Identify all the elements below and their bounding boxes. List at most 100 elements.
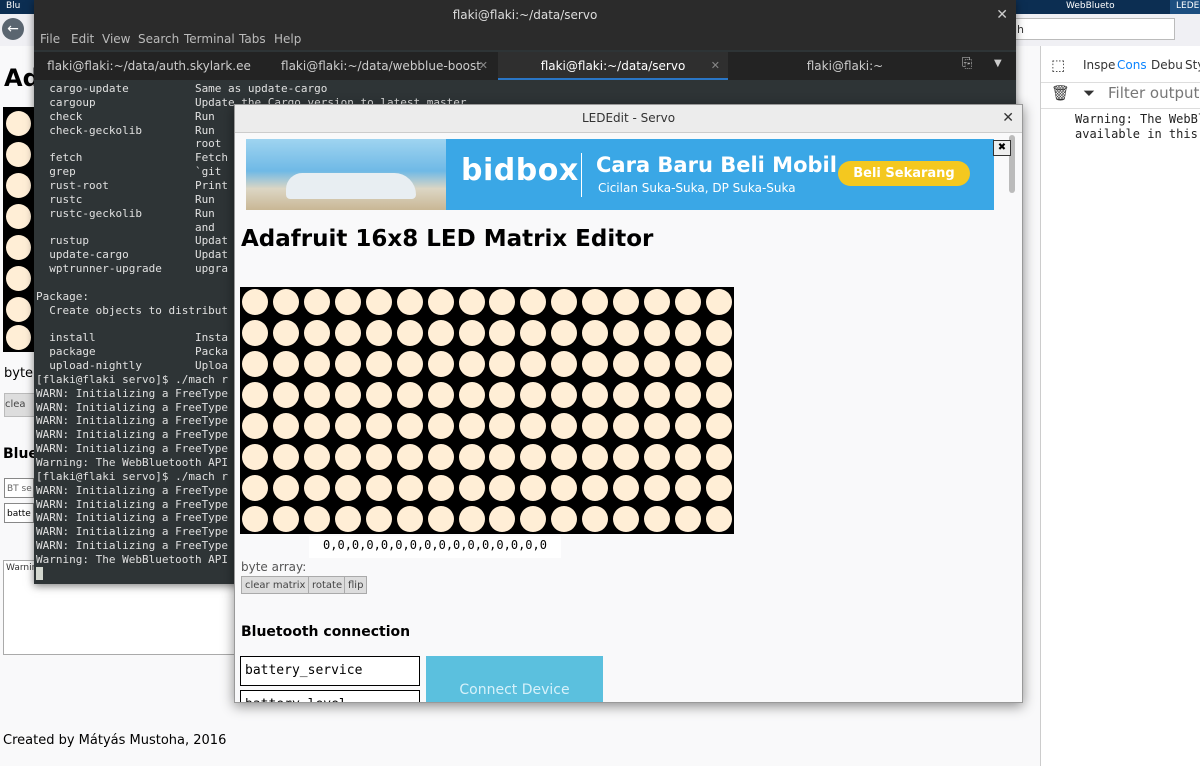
led-dot[interactable] — [458, 474, 485, 501]
close-icon[interactable]: ✕ — [479, 52, 488, 80]
led-dot[interactable] — [304, 320, 331, 347]
led-dot[interactable] — [674, 443, 701, 470]
led-dot[interactable] — [6, 173, 31, 198]
led-dot[interactable] — [551, 351, 578, 378]
led-dot[interactable] — [489, 289, 516, 316]
led-dot[interactable] — [582, 412, 609, 439]
led-dot[interactable] — [489, 443, 516, 470]
menu-terminal[interactable]: Terminal — [184, 32, 235, 46]
background-characteristic-input[interactable]: batte — [4, 503, 34, 523]
led-dot[interactable] — [674, 351, 701, 378]
chevron-down-icon[interactable]: ▼ — [994, 58, 1002, 69]
led-dot[interactable] — [612, 443, 639, 470]
led-dot[interactable] — [6, 235, 31, 260]
background-clear-button[interactable]: clea — [4, 393, 36, 417]
led-dot[interactable] — [242, 505, 269, 532]
led-dot[interactable] — [6, 111, 31, 136]
led-dot[interactable] — [304, 412, 331, 439]
led-dot[interactable] — [582, 351, 609, 378]
browser-tab[interactable]: WebBlueto — [1060, 0, 1150, 14]
led-dot[interactable] — [582, 474, 609, 501]
led-dot[interactable] — [612, 412, 639, 439]
led-dot[interactable] — [643, 474, 670, 501]
led-dot[interactable] — [335, 382, 362, 409]
led-dot[interactable] — [427, 443, 454, 470]
led-dot[interactable] — [551, 289, 578, 316]
led-dot[interactable] — [643, 412, 670, 439]
led-dot[interactable] — [705, 474, 732, 501]
led-dot[interactable] — [612, 382, 639, 409]
led-dot[interactable] — [365, 443, 392, 470]
led-dot[interactable] — [520, 289, 547, 316]
led-dot[interactable] — [520, 320, 547, 347]
led-dot[interactable] — [396, 412, 423, 439]
led-dot[interactable] — [273, 505, 300, 532]
led-dot[interactable] — [427, 320, 454, 347]
led-dot[interactable] — [335, 474, 362, 501]
led-dot[interactable] — [520, 474, 547, 501]
tab-debugger[interactable]: Debu — [1151, 58, 1183, 72]
led-dot[interactable] — [612, 351, 639, 378]
led-dot[interactable] — [427, 412, 454, 439]
led-dot[interactable] — [551, 505, 578, 532]
tab-console[interactable]: Cons — [1117, 58, 1147, 72]
led-dot[interactable] — [427, 289, 454, 316]
led-dot[interactable] — [520, 443, 547, 470]
led-dot[interactable] — [304, 382, 331, 409]
menu-help[interactable]: Help — [274, 32, 301, 46]
led-dot[interactable] — [489, 382, 516, 409]
led-dot[interactable] — [304, 351, 331, 378]
led-dot[interactable] — [551, 474, 578, 501]
led-dot[interactable] — [273, 289, 300, 316]
led-dot[interactable] — [273, 443, 300, 470]
led-dot[interactable] — [6, 142, 31, 167]
led-dot[interactable] — [643, 382, 670, 409]
led-dot[interactable] — [489, 474, 516, 501]
led-dot[interactable] — [365, 351, 392, 378]
led-dot[interactable] — [582, 289, 609, 316]
led-dot[interactable] — [582, 443, 609, 470]
clear-matrix-button[interactable]: clear matrix — [241, 576, 310, 594]
led-dot[interactable] — [612, 320, 639, 347]
led-dot[interactable] — [582, 382, 609, 409]
led-dot[interactable] — [674, 320, 701, 347]
menu-edit[interactable]: Edit — [71, 32, 94, 46]
led-dot[interactable] — [489, 351, 516, 378]
led-dot[interactable] — [242, 382, 269, 409]
led-dot[interactable] — [242, 474, 269, 501]
led-dot[interactable] — [551, 443, 578, 470]
led-dot[interactable] — [273, 351, 300, 378]
url-bar[interactable]: h — [1010, 18, 1175, 40]
led-dot[interactable] — [396, 320, 423, 347]
terminal-tab[interactable]: flaki@flaki:~ — [730, 52, 960, 80]
led-dot[interactable] — [335, 505, 362, 532]
led-dot[interactable] — [674, 474, 701, 501]
tab-inspector[interactable]: Inspe — [1083, 58, 1115, 72]
back-icon[interactable]: ← — [2, 18, 24, 40]
led-dot[interactable] — [520, 505, 547, 532]
close-icon[interactable]: ✕ — [996, 0, 1008, 30]
led-dot[interactable] — [705, 351, 732, 378]
led-dot[interactable] — [427, 505, 454, 532]
terminal-tab-active[interactable]: flaki@flaki:~/data/servo ✕ — [498, 52, 728, 80]
trash-icon[interactable]: 🗑 — [1051, 84, 1070, 102]
terminal-tab[interactable]: flaki@flaki:~/data/webblue-boost ✕ — [266, 52, 496, 80]
close-icon[interactable]: ✕ — [1002, 105, 1014, 132]
led-dot[interactable] — [6, 266, 31, 291]
led-dot[interactable] — [396, 289, 423, 316]
led-dot[interactable] — [304, 289, 331, 316]
led-dot[interactable] — [427, 474, 454, 501]
element-picker-icon[interactable]: ⬚ — [1051, 56, 1065, 74]
led-dot[interactable] — [458, 505, 485, 532]
browser-tab[interactable]: LEDE — [1170, 0, 1200, 14]
led-dot[interactable] — [335, 351, 362, 378]
new-tab-icon[interactable]: ⎘ — [962, 56, 972, 71]
menu-file[interactable]: File — [40, 32, 60, 46]
close-icon[interactable]: ✕ — [711, 52, 720, 80]
led-dot[interactable] — [304, 474, 331, 501]
led-dot[interactable] — [242, 289, 269, 316]
led-dot[interactable] — [674, 412, 701, 439]
led-dot[interactable] — [705, 320, 732, 347]
led-dot[interactable] — [365, 474, 392, 501]
led-dot[interactable] — [582, 505, 609, 532]
